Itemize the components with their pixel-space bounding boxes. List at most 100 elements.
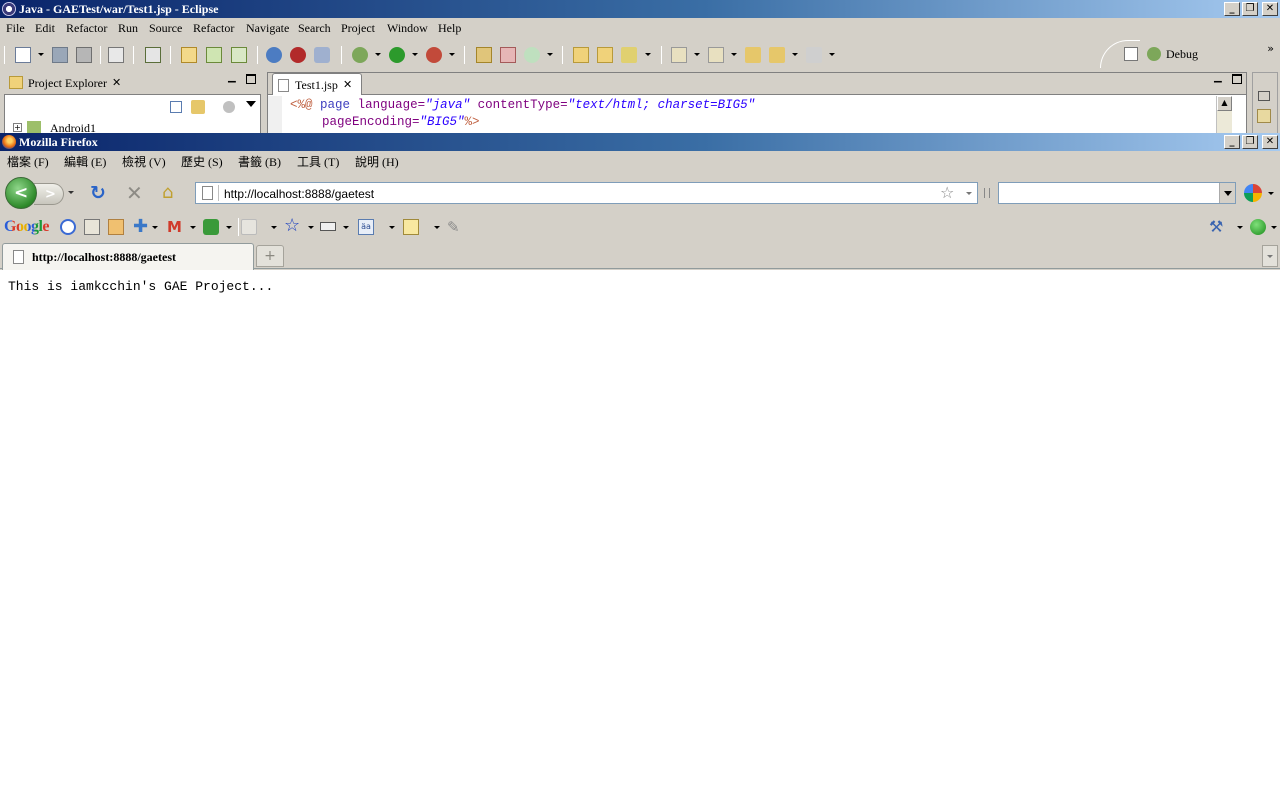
back-nav-icon[interactable]: [769, 47, 785, 63]
share-icon[interactable]: [203, 219, 219, 235]
new-class-icon[interactable]: [206, 47, 222, 63]
previous-annotation-dropdown-icon[interactable]: [731, 53, 737, 56]
open-type-icon[interactable]: [476, 47, 492, 63]
tab-localhost-gaetest[interactable]: http://localhost:8888/gaetest: [2, 243, 254, 270]
expand-toggle-icon[interactable]: +: [13, 123, 22, 132]
firefox-titlebar[interactable]: Mozilla Firefox _ ❐ ✕: [0, 133, 1280, 151]
menu-navigate[interactable]: Navigate: [246, 18, 289, 38]
run-dropdown-icon[interactable]: [412, 53, 418, 56]
last-edit-icon[interactable]: [745, 47, 761, 63]
previous-annotation-icon[interactable]: [708, 47, 724, 63]
bookmark-star-icon[interactable]: ☆: [940, 183, 954, 202]
restore-trim-icon[interactable]: [1258, 91, 1270, 101]
reload-icon[interactable]: ↻: [90, 183, 110, 203]
maximize-view-icon[interactable]: [246, 74, 256, 84]
menu-view-zh[interactable]: 檢視 (V): [122, 152, 166, 172]
menu-run[interactable]: Run: [118, 18, 138, 38]
menu-refactor[interactable]: Refactor: [66, 18, 107, 38]
menu-window[interactable]: Window: [387, 18, 428, 38]
collapse-all-icon[interactable]: [170, 101, 182, 113]
firefox-restore-button[interactable]: ❐: [1242, 135, 1258, 149]
new-icon[interactable]: [15, 47, 31, 63]
notebook-icon[interactable]: [108, 219, 124, 235]
menu-search[interactable]: Search: [298, 18, 331, 38]
share-dropdown-icon[interactable]: [226, 226, 232, 229]
external-tools-dropdown-icon[interactable]: [449, 53, 455, 56]
menu-help-zh[interactable]: 說明 (H): [355, 152, 399, 172]
editor-scrollbar[interactable]: ▲: [1216, 96, 1232, 134]
close-view-icon[interactable]: ✕: [112, 72, 121, 94]
add-dropdown-icon[interactable]: [152, 226, 158, 229]
url-history-dropdown-icon[interactable]: [966, 192, 972, 195]
print-icon[interactable]: [76, 47, 92, 63]
binary-icon[interactable]: [108, 47, 124, 63]
menu-source[interactable]: Source: [149, 18, 182, 38]
notes-icon[interactable]: [403, 219, 419, 235]
search-tool-icon[interactable]: [621, 47, 637, 63]
more-perspectives-icon[interactable]: »: [1267, 42, 1274, 55]
url-input[interactable]: [224, 186, 924, 201]
new-tab-button[interactable]: +: [256, 245, 284, 267]
gmail-icon[interactable]: M: [167, 219, 183, 235]
wrench-icon[interactable]: ⚒: [1209, 219, 1225, 235]
bookmarks-dropdown-icon[interactable]: [308, 226, 314, 229]
minimize-editor-icon[interactable]: ▁: [1214, 72, 1226, 84]
close-editor-icon[interactable]: ✕: [343, 74, 352, 96]
highlight-dropdown-icon[interactable]: [343, 226, 349, 229]
add-icon[interactable]: ✚: [133, 218, 149, 236]
debug-icon[interactable]: [352, 47, 368, 63]
google-logo[interactable]: Google: [4, 218, 50, 236]
search-input[interactable]: [1003, 186, 1213, 201]
debug-perspective-icon[interactable]: [1147, 47, 1161, 61]
open-perspective-icon[interactable]: [1124, 47, 1138, 61]
new-package-icon[interactable]: [231, 47, 247, 63]
next-annotation-icon[interactable]: [671, 47, 687, 63]
google-search-engine-icon[interactable]: [1244, 184, 1262, 202]
new-project-icon[interactable]: [181, 47, 197, 63]
refresh-tool-icon[interactable]: [524, 47, 540, 63]
link-editor-icon[interactable]: [191, 100, 205, 114]
notes-dropdown-icon[interactable]: [434, 226, 440, 229]
menu-edit-zh[interactable]: 編輯 (E): [64, 152, 106, 172]
debug-perspective-label[interactable]: Debug: [1166, 47, 1198, 62]
import-icon[interactable]: [145, 47, 161, 63]
gmail-dropdown-icon[interactable]: [190, 226, 196, 229]
forward-nav-icon[interactable]: [806, 47, 822, 63]
google-app-engine-icon[interactable]: [266, 47, 282, 63]
status-dropdown-icon[interactable]: [1271, 226, 1277, 229]
comment-icon[interactable]: [241, 219, 257, 235]
open-hierarchy-icon[interactable]: [500, 47, 516, 63]
bookmarks-star-icon[interactable]: ☆: [284, 217, 300, 235]
menu-history-zh[interactable]: 歷史 (S): [181, 152, 223, 172]
firefox-close-button[interactable]: ✕: [1262, 135, 1278, 149]
menu-refactor-2[interactable]: Refactor: [193, 18, 234, 38]
search-dropdown[interactable]: [1219, 183, 1235, 203]
external-tools-icon[interactable]: [426, 47, 442, 63]
view-menu-icon[interactable]: [246, 101, 256, 107]
eclipse-titlebar[interactable]: Java - GAETest/war/Test1.jsp - Eclipse _…: [0, 0, 1280, 18]
menu-bookmarks-zh[interactable]: 書籤 (B): [238, 152, 281, 172]
bar-resizer[interactable]: [984, 188, 990, 198]
search-tool-dropdown-icon[interactable]: [645, 53, 651, 56]
firefox-minimize-button[interactable]: _: [1224, 135, 1240, 149]
bank-icon[interactable]: [84, 219, 100, 235]
filter-icon[interactable]: [223, 101, 235, 113]
forward-nav-dropdown-icon[interactable]: [829, 53, 835, 56]
outline-view-icon[interactable]: [1257, 109, 1271, 123]
debug-dropdown-icon[interactable]: [375, 53, 381, 56]
forward-button[interactable]: >: [34, 183, 64, 205]
scroll-up-icon[interactable]: ▲: [1217, 96, 1232, 111]
home-icon[interactable]: ⌂: [162, 183, 182, 203]
refresh-tool-dropdown-icon[interactable]: [547, 53, 553, 56]
search-engine-dropdown-icon[interactable]: [1268, 192, 1274, 195]
compass-icon[interactable]: [60, 219, 76, 235]
open-folder-2-icon[interactable]: [597, 47, 613, 63]
status-icon[interactable]: [1250, 219, 1266, 235]
stop-icon[interactable]: ✕: [126, 183, 146, 203]
code-line-1[interactable]: <%@ page language="java" contentType="te…: [290, 98, 755, 112]
open-folder-icon[interactable]: [573, 47, 589, 63]
settings-dropdown-icon[interactable]: [1237, 226, 1243, 229]
menu-file-zh[interactable]: 檔案 (F): [7, 152, 49, 172]
tab-list-button[interactable]: [1262, 245, 1278, 267]
maximize-editor-icon[interactable]: [1232, 74, 1242, 84]
